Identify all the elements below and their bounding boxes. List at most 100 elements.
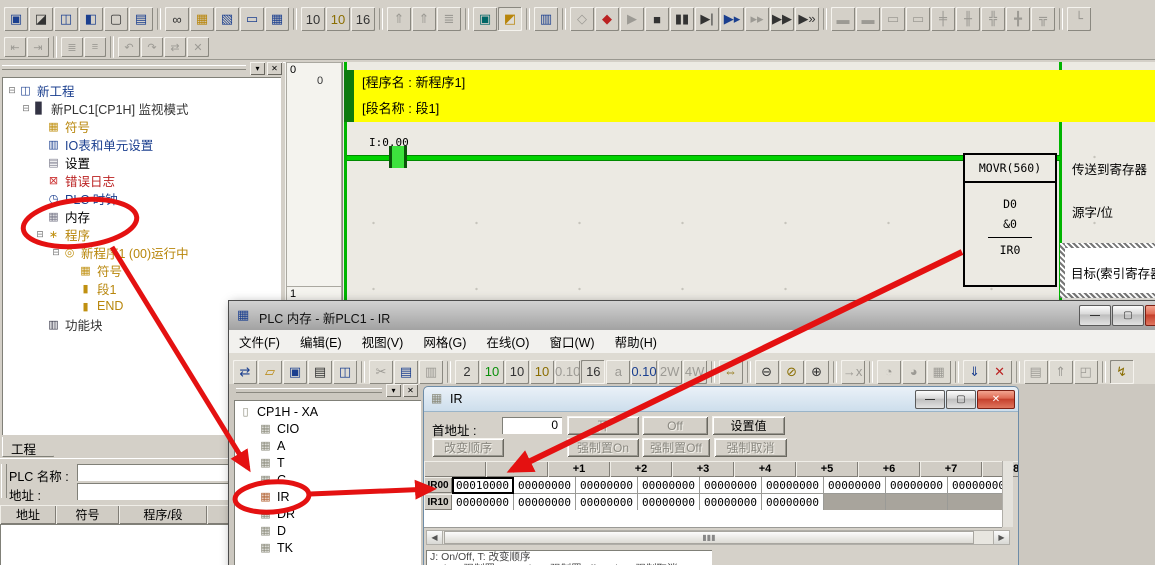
change-order-icon[interactable]: ≣ xyxy=(437,7,461,31)
memory-cell[interactable]: 00000000 xyxy=(886,477,948,494)
tab-project[interactable]: 工程 xyxy=(2,437,54,457)
menu-item[interactable]: 网格(G) xyxy=(413,329,476,354)
format-double-float-button[interactable]: 0.10 xyxy=(631,360,656,384)
tree-item-program[interactable]: ⊟ ∗ 程序 xyxy=(4,225,281,243)
horizontal-scrollbar[interactable]: ◀ ▮▮▮ ▶ xyxy=(426,530,1010,545)
monitor-signed-icon[interactable]: 10 xyxy=(326,7,350,31)
horizontal-line-icon[interactable]: └ xyxy=(1067,7,1091,31)
monitor-decimal-icon[interactable]: 10 xyxy=(301,7,325,31)
tree-item-section1[interactable]: ▮ 段1 xyxy=(4,279,281,297)
force-cancel-button[interactable]: 强制取消 xyxy=(714,438,787,457)
expand-box-icon[interactable]: ⊟ xyxy=(50,247,62,258)
transfer-cancel-icon[interactable]: ✕ xyxy=(988,360,1012,384)
transfer-file-icon[interactable]: ▤ xyxy=(1024,360,1048,384)
scroll-thumb[interactable]: ▮▮▮ xyxy=(444,531,974,544)
memory-titlebar[interactable]: ▦ PLC 内存 - 新PLC1 - IR — ▢ ✕ xyxy=(229,301,1155,331)
goto-address-icon[interactable]: →x xyxy=(841,360,865,384)
symbol-table-icon[interactable]: ▦ xyxy=(190,7,214,31)
scroll-left-icon[interactable]: ◀ xyxy=(427,531,443,544)
tree-item-io-table[interactable]: ▥ IO表和单元设置 xyxy=(4,135,281,153)
print-icon[interactable]: ▤ xyxy=(308,360,332,384)
run-icon[interactable]: ▶ xyxy=(620,7,644,31)
memory-cell[interactable]: 00000000 xyxy=(700,494,762,511)
maximize-button[interactable]: ▢ xyxy=(1112,305,1144,326)
clear-arrow-icon[interactable]: ✕ xyxy=(187,37,209,57)
memory-cell[interactable]: 00000000 xyxy=(762,494,824,511)
save-icon[interactable]: ▣ xyxy=(283,360,307,384)
tree-item-symbols2[interactable]: ▦ 符号 xyxy=(4,261,281,279)
indent-left-icon[interactable]: ⇤ xyxy=(4,37,26,57)
memtree-pin-icon[interactable]: ▾ xyxy=(386,384,401,397)
memtree-item-ir[interactable]: ▦ IR xyxy=(234,488,421,505)
step-into-icon[interactable]: ▶▸ xyxy=(720,7,744,31)
monitor-resume-icon[interactable]: ◕ xyxy=(902,360,926,384)
tree-item-symbols[interactable]: ▦ 符号 xyxy=(4,117,281,135)
zoom-in-icon[interactable]: ⊕ xyxy=(805,360,829,384)
format-decimal-button[interactable]: 10 xyxy=(505,360,529,384)
menu-item[interactable]: 窗口(W) xyxy=(539,329,604,354)
on-button[interactable]: 开 xyxy=(567,416,639,435)
io-bar4-icon[interactable]: ▭ xyxy=(906,7,930,31)
compare-icon[interactable]: ◰ xyxy=(1074,360,1098,384)
memtree-item-root[interactable]: ▯ CP1H - XA xyxy=(234,403,421,420)
menu-item[interactable]: 文件(F) xyxy=(229,329,290,354)
movr-operand3[interactable]: IR0 xyxy=(965,243,1055,257)
memory-cell[interactable]: 00010000 xyxy=(452,477,514,494)
column-width-icon[interactable]: ⇔ xyxy=(719,360,743,384)
section-list-icon[interactable]: ▧ xyxy=(215,7,239,31)
memtree-close-icon[interactable]: ✕ xyxy=(403,384,418,397)
rung0-cell[interactable]: 0 0 xyxy=(286,62,342,287)
zoom-custom-icon[interactable]: ⊘ xyxy=(780,360,804,384)
set-value-button[interactable]: 设置值 xyxy=(712,416,785,435)
force-off-button[interactable]: 强制置Off xyxy=(642,438,710,457)
fast-forward-icon[interactable]: ▶▶ xyxy=(770,7,794,31)
memtree-item-t[interactable]: ▦ T xyxy=(234,454,421,471)
movr-operand1[interactable]: D0 xyxy=(965,197,1055,211)
rung-list-icon[interactable]: ≣ xyxy=(61,37,83,57)
memory-cell[interactable] xyxy=(886,494,948,511)
memory-cell[interactable]: 00000000 xyxy=(514,477,576,494)
io-bar3-icon[interactable]: ▭ xyxy=(881,7,905,31)
column-address[interactable]: 地址 xyxy=(0,505,56,524)
print-preview-icon[interactable]: ◫ xyxy=(333,360,357,384)
minimize-button[interactable]: — xyxy=(1079,305,1111,326)
memory-cell[interactable]: 00000000 xyxy=(452,494,514,511)
memory-cell[interactable]: 00000000 xyxy=(576,494,638,511)
watch-window-icon[interactable]: ◫ xyxy=(54,7,78,31)
memory-cell[interactable] xyxy=(824,494,886,511)
program-banner[interactable]: [程序名 : 新程序1] [段名称 : 段1] xyxy=(354,70,1155,122)
format-ascii-button[interactable]: a xyxy=(606,360,630,384)
contact-closed-icon[interactable]: ╫ xyxy=(956,7,980,31)
format-hex-button[interactable]: 16 xyxy=(581,360,605,384)
open-icon[interactable]: ▱ xyxy=(258,360,282,384)
memory-cell[interactable]: 00000000 xyxy=(700,477,762,494)
movr-instruction-block[interactable]: MOVR(560) D0 &0 IR0 xyxy=(963,153,1057,287)
pin-view-icon[interactable]: ⇄ xyxy=(233,360,257,384)
memory-cell[interactable]: 00000000 xyxy=(762,477,824,494)
pause-icon[interactable]: ▮▮ xyxy=(670,7,694,31)
tree-item-error-log[interactable]: ⊠ 错误日志 xyxy=(4,171,281,189)
format-binary-button[interactable]: 2 xyxy=(455,360,479,384)
format-bcd-button[interactable]: 10 xyxy=(480,360,504,384)
change-order-button[interactable]: 改变顺序 xyxy=(432,438,504,457)
vertical-line-icon[interactable]: ╦ xyxy=(1031,7,1055,31)
paste-icon[interactable]: ▥ xyxy=(419,360,443,384)
memtree-item-a[interactable]: ▦ A xyxy=(234,437,421,454)
ir-titlebar[interactable]: ▦ IR — ▢ ✕ xyxy=(424,387,1018,412)
start-address-field[interactable]: 0 xyxy=(502,417,562,434)
ir-close-button[interactable]: ✕ xyxy=(977,390,1015,409)
menu-item[interactable]: 视图(V) xyxy=(352,329,414,354)
memtree-item-d[interactable]: ▦ D xyxy=(234,522,421,539)
expand-box-icon[interactable]: ⊟ xyxy=(34,229,46,240)
contact-symbol[interactable] xyxy=(389,146,407,168)
tree-item-project[interactable]: ⊟ ◫ 新工程 xyxy=(4,81,281,99)
menu-item[interactable]: 编辑(E) xyxy=(290,329,352,354)
indent-right-icon[interactable]: ⇥ xyxy=(27,37,49,57)
undo-arrow-icon[interactable]: ↶ xyxy=(118,37,140,57)
scroll-right-icon[interactable]: ▶ xyxy=(993,531,1009,544)
io-bar2-icon[interactable]: ▬ xyxy=(856,7,880,31)
rung-comment-icon[interactable]: ≡ xyxy=(84,37,106,57)
format-float-button[interactable]: 0.10 xyxy=(555,360,580,384)
pin-panel-icon[interactable]: ▾ xyxy=(250,62,265,75)
menu-item[interactable]: 在线(O) xyxy=(476,329,539,354)
